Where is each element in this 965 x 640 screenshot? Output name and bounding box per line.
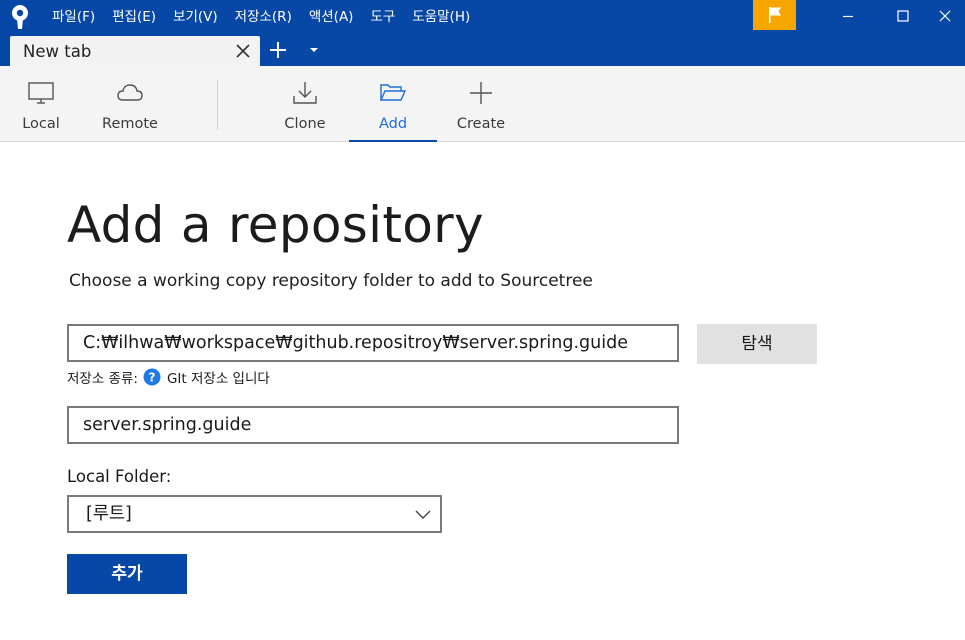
cloud-icon bbox=[117, 84, 143, 101]
menu-edit[interactable]: 편집(E) bbox=[112, 0, 156, 34]
clone-label: Clone bbox=[284, 116, 326, 132]
svg-text:?: ? bbox=[148, 371, 155, 385]
flag-icon bbox=[768, 7, 781, 23]
remote-label: Remote bbox=[102, 116, 158, 132]
menu-repository[interactable]: 저장소(R) bbox=[235, 0, 292, 34]
add-tab-icon[interactable] bbox=[268, 40, 288, 60]
local-folder-select[interactable]: [루트] bbox=[67, 495, 442, 533]
tab-strip: New tab bbox=[0, 34, 965, 66]
add-repository-button[interactable]: 추가 bbox=[67, 554, 187, 594]
tab-label: New tab bbox=[23, 42, 92, 61]
menu-tools[interactable]: 도구 bbox=[370, 0, 395, 34]
repository-name-input[interactable]: server.spring.guide bbox=[67, 406, 679, 444]
clone-button[interactable]: Clone bbox=[272, 66, 338, 142]
minimize-icon bbox=[843, 15, 853, 18]
chevron-down-icon bbox=[415, 510, 431, 519]
browse-button[interactable]: 탐색 bbox=[697, 324, 817, 364]
repository-type-prefix: 저장소 종류: bbox=[67, 371, 138, 387]
toolbar-divider bbox=[217, 80, 218, 130]
help-icon[interactable]: ? bbox=[143, 368, 161, 386]
maximize-button[interactable] bbox=[880, 0, 926, 32]
menu-help[interactable]: 도움말(H) bbox=[412, 0, 470, 34]
maximize-icon bbox=[897, 10, 909, 22]
local-button[interactable]: Local bbox=[12, 66, 70, 142]
local-folder-label: Local Folder: bbox=[67, 467, 172, 486]
local-folder-selected-value: [루트] bbox=[86, 504, 132, 524]
local-label: Local bbox=[22, 116, 60, 132]
create-label: Create bbox=[456, 116, 506, 132]
repository-type-info: 저장소 종류: ? GIt 저장소 입니다 bbox=[67, 367, 270, 387]
page-title: Add a repository bbox=[67, 196, 484, 254]
download-icon bbox=[293, 82, 317, 104]
close-icon bbox=[939, 10, 951, 22]
create-button[interactable]: Create bbox=[448, 66, 514, 142]
menu-file[interactable]: 파일(F) bbox=[52, 0, 95, 34]
plus-icon bbox=[470, 82, 492, 104]
repository-type-value: GIt 저장소 입니다 bbox=[166, 371, 270, 387]
tab-new-tab[interactable]: New tab bbox=[10, 36, 260, 66]
tab-close-icon[interactable] bbox=[234, 42, 252, 60]
menu-actions[interactable]: 액션(A) bbox=[309, 0, 354, 34]
notifications-button[interactable] bbox=[753, 0, 796, 30]
add-button-tab[interactable]: Add bbox=[349, 66, 437, 142]
remote-button[interactable]: Remote bbox=[95, 66, 165, 142]
folder-open-icon bbox=[379, 84, 407, 101]
close-window-button[interactable] bbox=[925, 0, 965, 32]
add-label: Add bbox=[378, 116, 408, 132]
title-bar: 파일(F) 편집(E) 보기(V) 저장소(R) 액션(A) 도구 도움말(H) bbox=[0, 0, 965, 34]
toolbar: Local Remote Clone Add Create bbox=[0, 66, 965, 142]
repository-path-input[interactable]: C:₩ilhwa₩workspace₩github.repositroy₩ser… bbox=[67, 324, 679, 362]
menu-bar: 파일(F) 편집(E) 보기(V) 저장소(R) 액션(A) 도구 도움말(H) bbox=[52, 0, 487, 34]
minimize-button[interactable] bbox=[825, 0, 871, 32]
page-subtitle: Choose a working copy repository folder … bbox=[69, 271, 593, 291]
sourcetree-logo-icon bbox=[12, 5, 28, 29]
chevron-down-icon[interactable] bbox=[307, 44, 321, 56]
menu-view[interactable]: 보기(V) bbox=[173, 0, 218, 34]
monitor-icon bbox=[28, 82, 54, 104]
